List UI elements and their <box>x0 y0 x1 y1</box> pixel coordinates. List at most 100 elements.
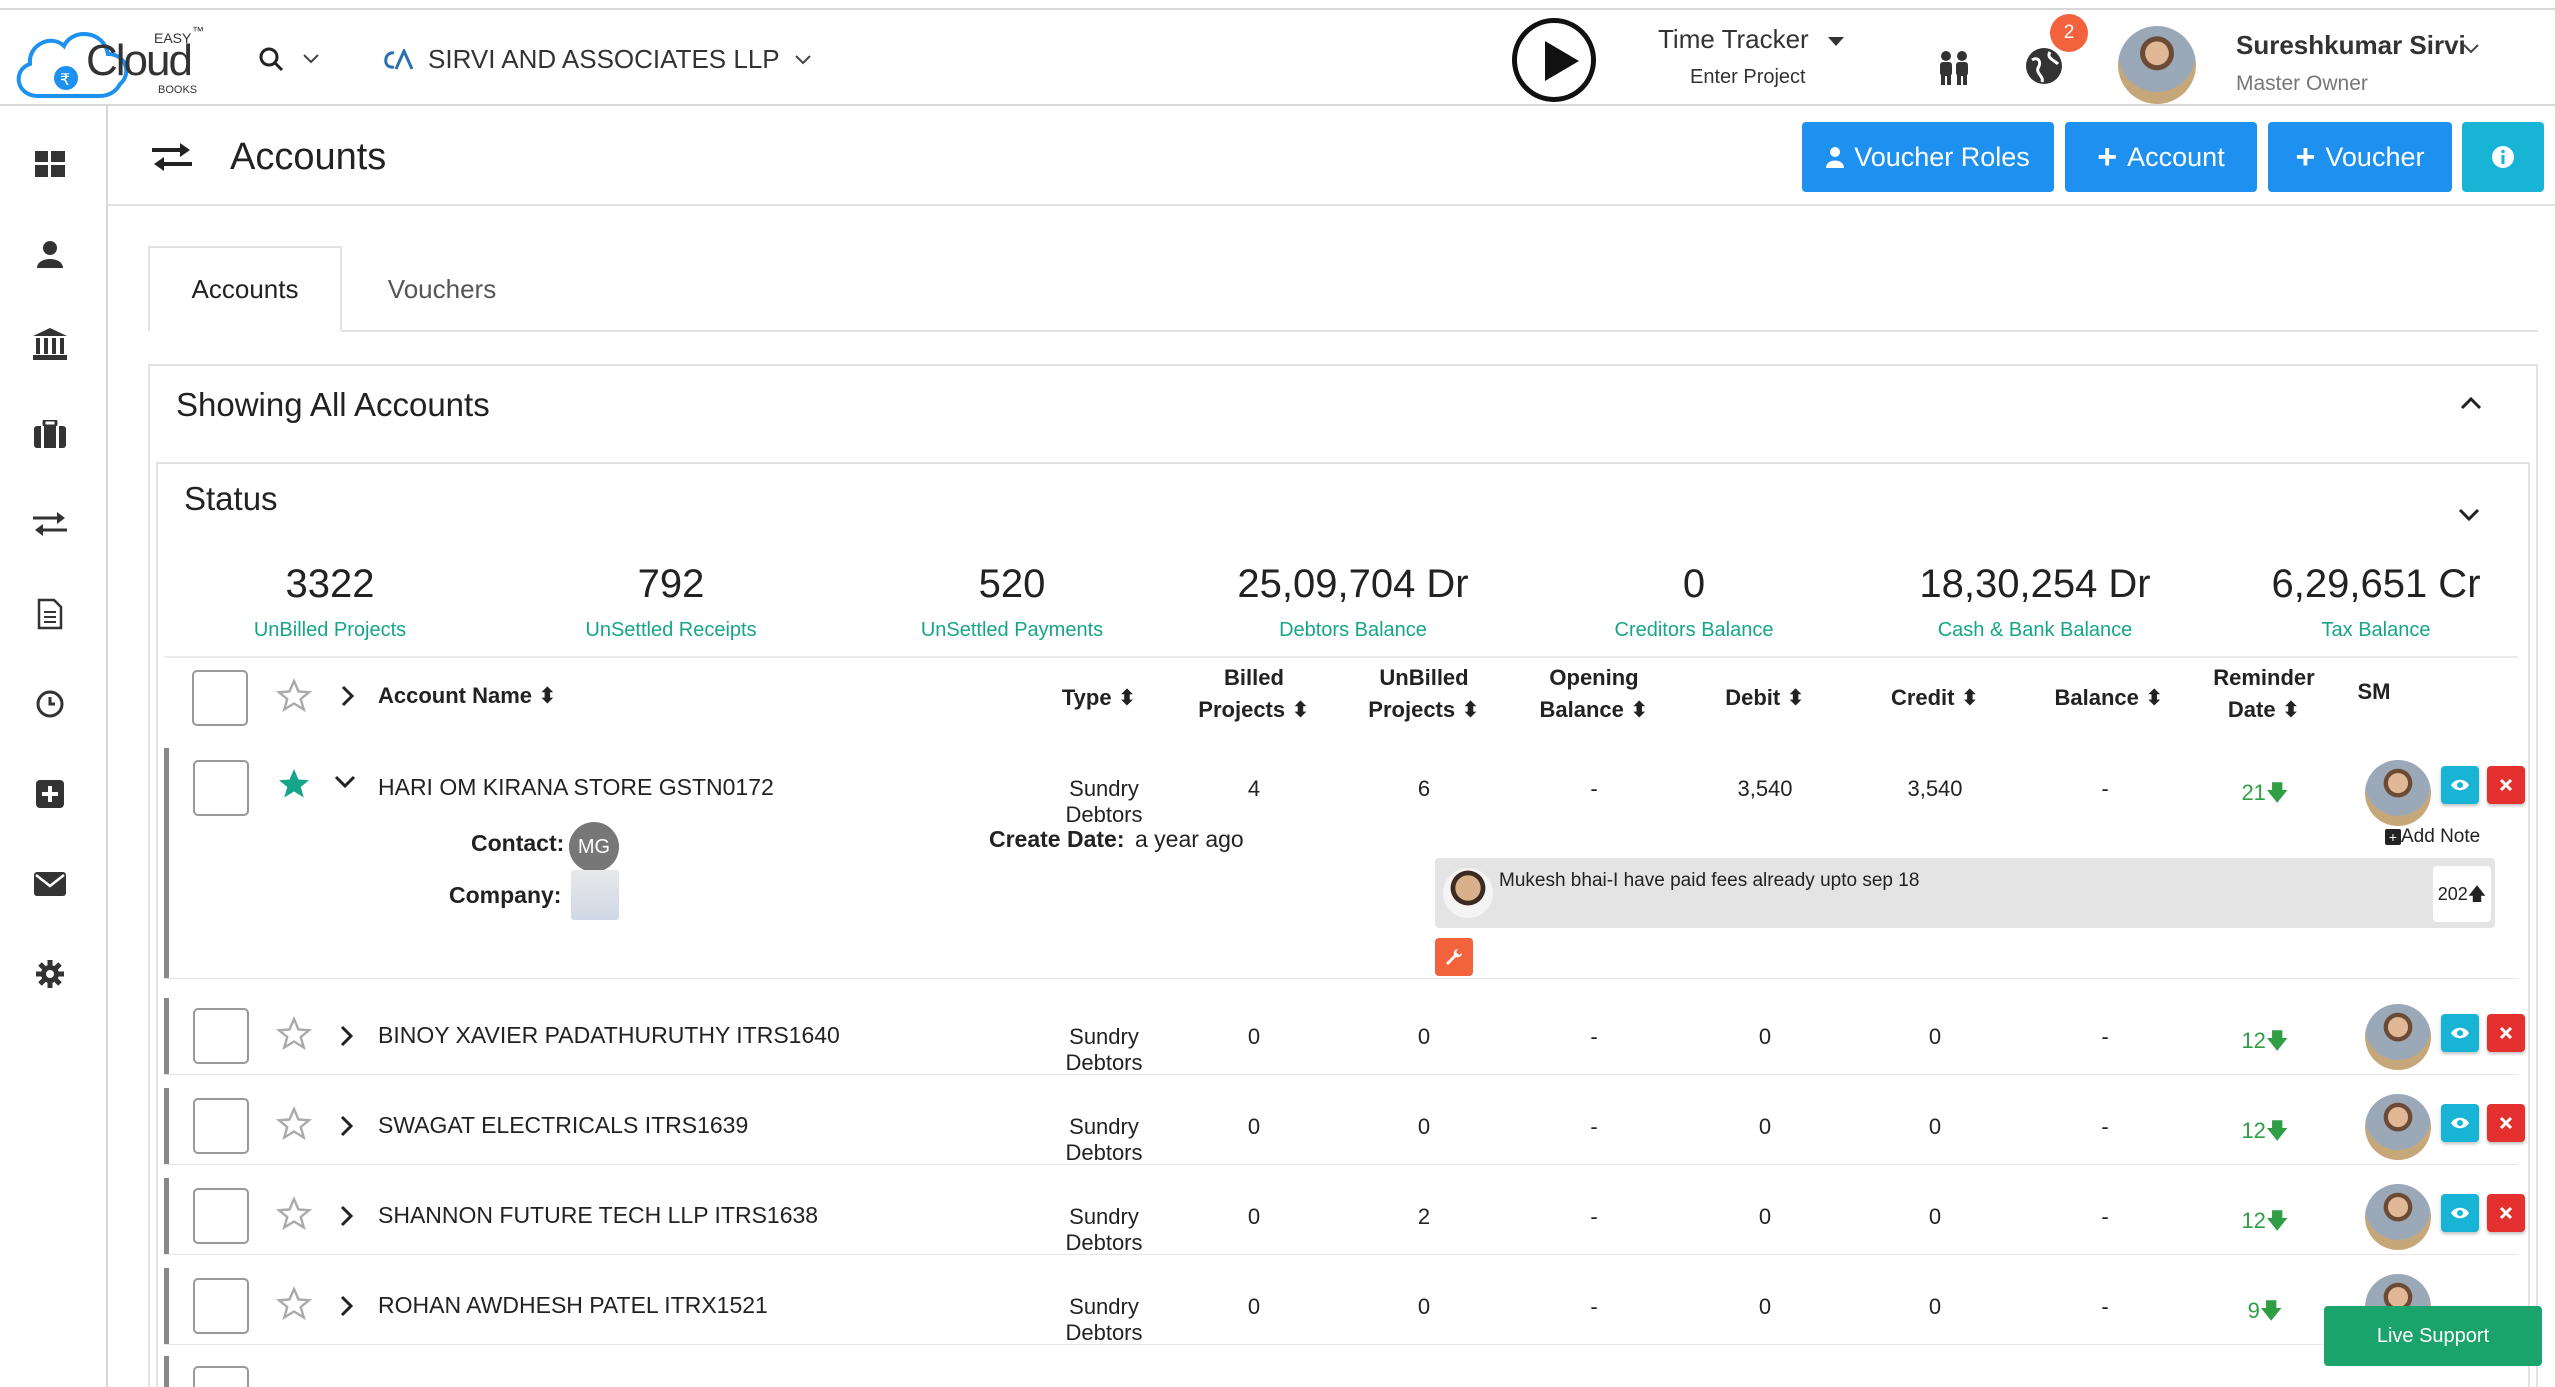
stat-creditors-balance[interactable]: 0 Creditors Balance <box>1524 562 1864 642</box>
app-logo[interactable]: ₹ Cloud EASY ™ BOOKS <box>8 20 218 104</box>
user-menu-toggle[interactable] <box>2462 42 2480 60</box>
row-star-toggle[interactable] <box>275 1195 313 1237</box>
enter-project-link[interactable]: Enter Project <box>1690 66 1806 89</box>
account-name[interactable]: BINOY XAVIER PADATHURUTHY ITRS1640 <box>378 1022 840 1049</box>
reminder-days[interactable]: 12🡇 <box>2195 1204 2335 1242</box>
sidebar-item-banks[interactable] <box>30 324 70 364</box>
user-avatar[interactable] <box>2118 26 2196 104</box>
table-row[interactable]: BINOY XAVIER PADATHURUTHY ITRS1640 Sundr… <box>164 998 2525 1075</box>
stat-unsettled-payments[interactable]: 520 UnSettled Payments <box>842 562 1182 642</box>
add-note-button[interactable]: + Add Note <box>2385 826 2480 848</box>
sidebar-item-add[interactable] <box>30 774 70 814</box>
col-reminder-date[interactable]: Reminder Date ⬍ <box>2194 662 2334 726</box>
row-checkbox[interactable] <box>193 1278 249 1334</box>
search-toggle[interactable] <box>258 46 320 72</box>
stat-debtors-balance[interactable]: 25,09,704 Dr Debtors Balance <box>1183 562 1523 642</box>
live-support-button[interactable]: Live Support <box>2324 1306 2542 1366</box>
row-star-toggle[interactable] <box>276 766 312 807</box>
reminder-days[interactable]: 9🡇 <box>2195 1294 2335 1332</box>
row-star-toggle[interactable] <box>275 1105 313 1147</box>
account-name[interactable]: SWAGAT ELECTRICALS ITRS1639 <box>378 1112 748 1139</box>
delete-button[interactable] <box>2487 1014 2525 1052</box>
expand-status-button[interactable] <box>2458 508 2480 527</box>
account-name[interactable]: HARI OM KIRANA STORE GSTN0172 <box>378 774 774 801</box>
select-all-checkbox[interactable] <box>192 670 248 726</box>
row-expand-toggle[interactable] <box>339 1114 355 1143</box>
row-star-toggle[interactable] <box>275 1285 313 1327</box>
view-button[interactable] <box>2441 766 2479 804</box>
sidebar-item-users[interactable] <box>30 234 70 274</box>
expand-all-toggle[interactable] <box>340 684 356 713</box>
sidebar-item-mail[interactable] <box>30 864 70 904</box>
delete-button[interactable] <box>2487 1194 2525 1232</box>
row-expand-toggle[interactable] <box>339 1024 355 1053</box>
caret-down-icon <box>1827 36 1844 46</box>
account-name[interactable]: SHANNON FUTURE TECH LLP ITRS1638 <box>378 1202 818 1229</box>
row-star-toggle[interactable] <box>275 1015 313 1057</box>
col-billed-projects[interactable]: Billed Projects ⬍ <box>1184 662 1324 726</box>
company-avatar[interactable] <box>571 870 619 920</box>
sidebar-item-projects[interactable] <box>30 414 70 454</box>
row-checkbox[interactable] <box>193 1366 249 1387</box>
col-debit[interactable]: Debit ⬍ <box>1710 682 1820 714</box>
company-selector[interactable]: SIRVI AND ASSOCIATES LLP <box>380 44 812 75</box>
collapse-panel-button[interactable] <box>2460 396 2482 415</box>
sidebar-item-accounts[interactable] <box>30 504 70 544</box>
contact-avatar[interactable]: MG <box>569 822 619 872</box>
view-button[interactable] <box>2441 1014 2479 1052</box>
row-checkbox[interactable] <box>193 1188 249 1244</box>
table-row[interactable]: HARI OM KIRANA STORE GSTN0172 Sundry Deb… <box>164 748 2525 978</box>
add-voucher-button[interactable]: + Voucher <box>2268 122 2452 192</box>
star-all-toggle[interactable] <box>275 677 313 719</box>
user-name[interactable]: Sureshkumar Sirvi <box>2236 30 2466 61</box>
info-button[interactable] <box>2462 122 2544 192</box>
tab-accounts[interactable]: Accounts <box>148 246 342 332</box>
col-balance[interactable]: Balance ⬍ <box>2044 682 2174 714</box>
row-expand-toggle[interactable] <box>339 1294 355 1323</box>
team-button[interactable] <box>1934 50 1974 91</box>
row-checkbox[interactable] <box>193 760 249 816</box>
sidebar-item-dashboard[interactable] <box>30 144 70 184</box>
col-opening-balance[interactable]: Opening Balance ⬍ <box>1524 662 1664 726</box>
stat-tax-balance[interactable]: 6,29,651 Cr Tax Balance <box>2206 562 2546 642</box>
sidebar-item-history[interactable] <box>30 684 70 724</box>
tab-vouchers[interactable]: Vouchers <box>358 246 526 332</box>
table-row[interactable]: SHANNON FUTURE TECH LLP ITRS1638 Sundry … <box>164 1178 2525 1255</box>
row-expand-toggle[interactable] <box>339 1204 355 1233</box>
table-row[interactable]: SWAGAT ELECTRICALS ITRS1639 Sundry Debto… <box>164 1088 2525 1165</box>
table-row[interactable]: ROHAN AWDHESH PATEL ITRX1521 Sundry Debt… <box>164 1268 2518 1345</box>
reminder-days[interactable]: 12🡇 <box>2195 1024 2335 1062</box>
row-checkbox[interactable] <box>193 1098 249 1154</box>
delete-button[interactable] <box>2487 1104 2525 1142</box>
start-timer-button[interactable] <box>1512 18 1596 102</box>
notifications-button[interactable] <box>2024 46 2064 91</box>
reminder-days[interactable]: 21🡇 <box>2195 776 2335 814</box>
toggle-view-button[interactable] <box>152 142 192 177</box>
edit-note-button[interactable] <box>1435 938 1473 976</box>
voucher-roles-button[interactable]: Voucher Roles <box>1802 122 2054 192</box>
sm-avatar[interactable] <box>2365 1004 2431 1070</box>
note-card[interactable]: Mukesh bhai-I have paid fees already upt… <box>1435 858 2495 928</box>
note-date[interactable]: 202🡅 <box>2433 866 2491 922</box>
sidebar-item-documents[interactable] <box>30 594 70 634</box>
col-type[interactable]: Type ⬍ <box>1034 682 1164 714</box>
sm-avatar[interactable] <box>2365 1184 2431 1250</box>
sm-avatar[interactable] <box>2365 760 2431 826</box>
add-account-button[interactable]: + Account <box>2065 122 2257 192</box>
col-account-name[interactable]: Account Name ⬍ <box>378 680 557 712</box>
col-unbilled-projects[interactable]: UnBilled Projects ⬍ <box>1354 662 1494 726</box>
delete-button[interactable] <box>2487 766 2525 804</box>
row-collapse-toggle[interactable] <box>333 774 357 795</box>
stat-cash-bank-balance[interactable]: 18,30,254 Dr Cash & Bank Balance <box>1865 562 2205 642</box>
sidebar-item-settings[interactable] <box>30 954 70 994</box>
row-checkbox[interactable] <box>193 1008 249 1064</box>
stat-unsettled-receipts[interactable]: 792 UnSettled Receipts <box>501 562 841 642</box>
sm-avatar[interactable] <box>2365 1094 2431 1160</box>
col-credit[interactable]: Credit ⬍ <box>1880 682 1990 714</box>
time-tracker-dropdown[interactable]: Time Tracker <box>1658 24 1844 55</box>
view-button[interactable] <box>2441 1104 2479 1142</box>
stat-unbilled-projects[interactable]: 3322 UnBilled Projects <box>160 562 500 642</box>
account-name[interactable]: ROHAN AWDHESH PATEL ITRX1521 <box>378 1292 768 1319</box>
reminder-days[interactable]: 12🡇 <box>2195 1114 2335 1152</box>
view-button[interactable] <box>2441 1194 2479 1232</box>
